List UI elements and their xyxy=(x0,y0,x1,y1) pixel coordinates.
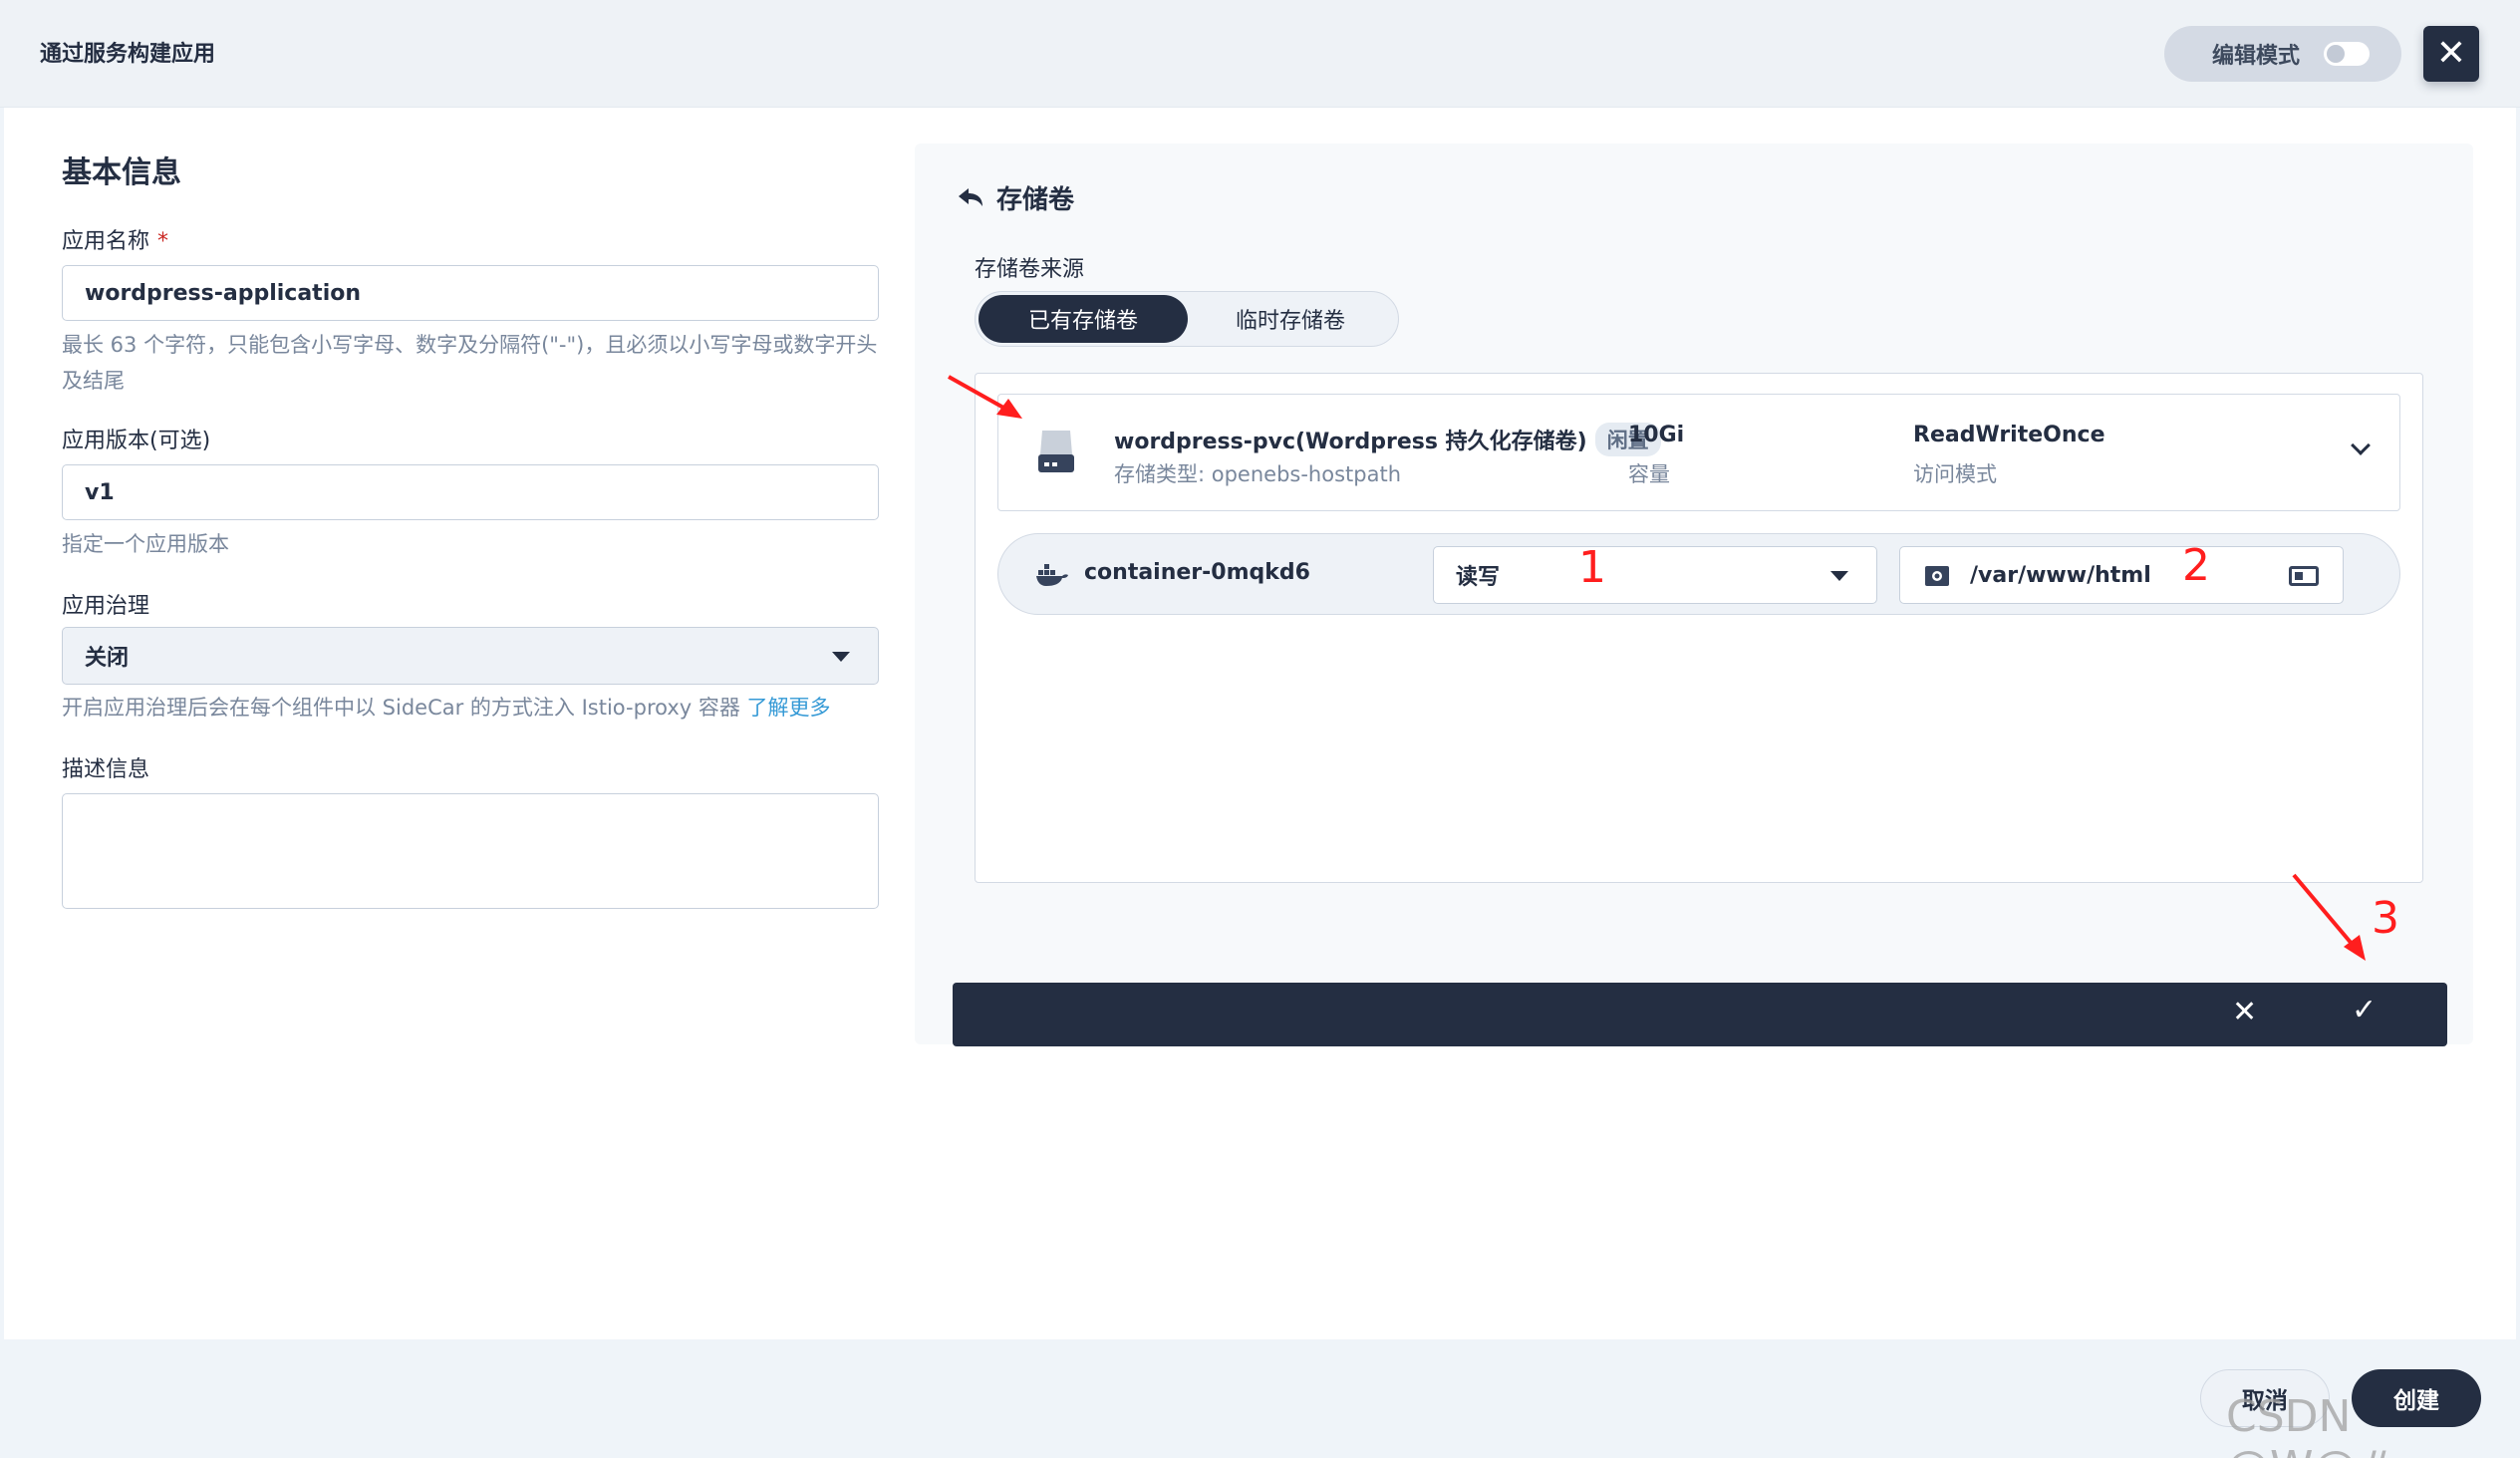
edit-mode-label: 编辑模式 xyxy=(2212,44,2301,69)
container-name: container-0mqkd6 xyxy=(1084,560,1310,585)
governance-hint: 开启应用治理后会在每个组件中以 SideCar 的方式注入 Istio-prox… xyxy=(62,696,831,720)
edit-mode-toggle[interactable]: 编辑模式 xyxy=(2164,26,2401,82)
required-mark: * xyxy=(157,229,169,254)
mount-path-input[interactable]: /var/www/html xyxy=(1899,546,2344,604)
description-textarea[interactable] xyxy=(62,793,879,909)
annotation-2: 2 xyxy=(2182,540,2210,591)
chevron-down-icon xyxy=(832,652,850,662)
description-label: 描述信息 xyxy=(62,757,150,782)
annotation-3: 3 xyxy=(2372,893,2399,944)
governance-select[interactable]: 关闭 xyxy=(62,627,879,685)
learn-more-link[interactable]: 了解更多 xyxy=(747,696,831,720)
cancel-icon[interactable]: ✕ xyxy=(2232,995,2257,1029)
volume-panel: 存储卷 存储卷来源 已有存储卷 临时存储卷 wordpress-pvc(Word… xyxy=(915,144,2473,1046)
modal-title: 通过服务构建应用 xyxy=(40,42,216,67)
folder-gear-icon xyxy=(1925,566,1949,586)
version-input[interactable]: v1 xyxy=(62,464,879,520)
annotation-1: 1 xyxy=(1578,542,1606,593)
governance-label: 应用治理 xyxy=(62,594,150,619)
tab-existing-volume[interactable]: 已有存储卷 xyxy=(979,295,1188,343)
pvc-storage-class: 存储类型: openebs-hostpath xyxy=(1114,462,1402,486)
access-mode-label: 访问模式 xyxy=(1913,462,1997,486)
watermark: CSDN @W@# xyxy=(2226,1391,2393,1458)
tab-temporary-volume[interactable]: 临时存储卷 xyxy=(1188,295,1393,343)
back-button[interactable]: 存储卷 xyxy=(957,179,1074,216)
volume-content: wordpress-pvc(Wordpress 持久化存储卷) 闲置 存储类型:… xyxy=(975,373,2423,883)
close-icon: ✕ xyxy=(2435,33,2467,74)
volume-source-tabs: 已有存储卷 临时存储卷 xyxy=(975,291,1399,347)
volume-source-label: 存储卷来源 xyxy=(975,257,1085,282)
access-mode-select[interactable]: 读写 xyxy=(1433,546,1877,604)
disk-icon xyxy=(1038,431,1074,472)
docker-icon xyxy=(1036,564,1068,586)
chevron-down-icon xyxy=(1830,571,1848,581)
access-mode-value: ReadWriteOnce xyxy=(1913,423,2105,447)
back-arrow-icon xyxy=(959,187,982,206)
app-name-input[interactable]: wordpress-application xyxy=(62,265,879,321)
version-hint: 指定一个应用版本 xyxy=(62,532,229,556)
volume-action-bar: ✕ ✓ xyxy=(953,983,2447,1046)
modal-footer: 取消 创建 CSDN @W@# xyxy=(0,1339,2520,1458)
close-button[interactable]: ✕ xyxy=(2423,26,2479,82)
version-label: 应用版本(可选) xyxy=(62,429,211,453)
subpath-icon[interactable] xyxy=(2289,566,2319,586)
volume-panel-title: 存储卷 xyxy=(996,185,1075,215)
app-name-label: 应用名称 * xyxy=(62,229,169,254)
modal-body: 基本信息 应用名称 * wordpress-application 最长 63 个… xyxy=(4,108,2516,1339)
modal-header: 通过服务构建应用 编辑模式 ✕ xyxy=(0,0,2520,108)
app-name-hint: 最长 63 个字符，只能包含小写字母、数字及分隔符("-")，且必须以小写字母或… xyxy=(62,333,878,393)
pvc-name: wordpress-pvc(Wordpress 持久化存储卷) 闲置 xyxy=(1114,423,1661,456)
chevron-down-icon[interactable] xyxy=(2351,436,2371,455)
section-title: 基本信息 xyxy=(62,155,181,190)
confirm-icon[interactable]: ✓ xyxy=(2352,993,2377,1027)
pvc-card[interactable]: wordpress-pvc(Wordpress 持久化存储卷) 闲置 存储类型:… xyxy=(997,394,2400,511)
toggle-switch[interactable] xyxy=(2324,42,2371,66)
capacity-value: 10Gi xyxy=(1628,423,1685,447)
capacity-label: 容量 xyxy=(1628,462,1670,486)
